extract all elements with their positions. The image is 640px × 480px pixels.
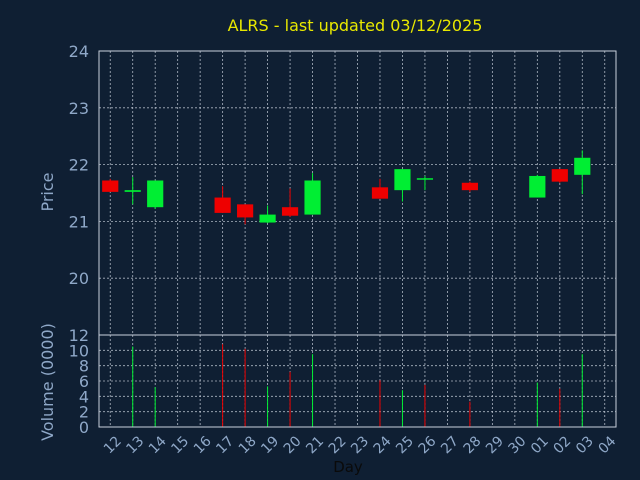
stock-chart: ALRS - last updated 03/12/2025 Price Vol… bbox=[38, 16, 620, 476]
candle-body bbox=[574, 157, 591, 175]
x-tick-label: 01 bbox=[528, 433, 552, 457]
x-tick-label: 23 bbox=[348, 433, 372, 457]
x-tick-label: 21 bbox=[303, 433, 327, 457]
chart-title: ALRS - last updated 03/12/2025 bbox=[228, 16, 483, 35]
volume-tick-label: 12 bbox=[69, 326, 89, 345]
x-tick-label: 19 bbox=[258, 433, 282, 457]
candle-body bbox=[214, 197, 231, 213]
candle-body bbox=[551, 169, 568, 182]
candle-body bbox=[394, 169, 411, 191]
x-tick-label: 17 bbox=[213, 433, 237, 457]
price-tick-label: 21 bbox=[69, 212, 89, 231]
x-tick-label: 13 bbox=[123, 433, 147, 457]
candle-body bbox=[304, 180, 321, 215]
x-tick-label: 14 bbox=[146, 433, 170, 457]
candle-body bbox=[237, 204, 254, 218]
axis-layer: 1213141516171819202122232425262728293001… bbox=[69, 42, 620, 457]
candle-body bbox=[281, 207, 299, 216]
x-tick-label: 15 bbox=[168, 433, 192, 457]
x-tick-label: 03 bbox=[573, 433, 597, 457]
candle-body bbox=[147, 180, 164, 208]
volume-axis-label: Volume (0000) bbox=[38, 323, 57, 441]
candle-body bbox=[371, 187, 389, 199]
candle-body bbox=[102, 180, 119, 192]
candle-body bbox=[124, 190, 141, 192]
x-tick-label: 28 bbox=[461, 433, 485, 457]
grid-layer bbox=[99, 51, 616, 427]
x-tick-label: 04 bbox=[595, 433, 619, 457]
x-tick-label: 12 bbox=[101, 433, 125, 457]
price-axis-label: Price bbox=[38, 172, 57, 211]
price-tick-label: 22 bbox=[69, 156, 89, 175]
candle-body bbox=[529, 175, 546, 198]
x-axis-label: Day bbox=[333, 458, 363, 476]
x-tick-label: 20 bbox=[281, 433, 305, 457]
candle-body bbox=[461, 182, 478, 191]
x-tick-label: 25 bbox=[393, 433, 417, 457]
x-tick-label: 26 bbox=[416, 433, 440, 457]
price-panel bbox=[102, 150, 591, 225]
price-tick-label: 20 bbox=[69, 269, 89, 288]
x-tick-label: 24 bbox=[371, 433, 395, 457]
x-tick-label: 29 bbox=[483, 433, 507, 457]
x-tick-label: 02 bbox=[550, 433, 574, 457]
x-tick-label: 16 bbox=[191, 433, 215, 457]
x-tick-label: 22 bbox=[326, 433, 350, 457]
candle-body bbox=[259, 214, 276, 223]
x-tick-label: 18 bbox=[236, 433, 260, 457]
candle-body bbox=[416, 178, 434, 180]
price-tick-label: 23 bbox=[69, 99, 89, 118]
x-tick-label: 30 bbox=[506, 433, 530, 457]
x-tick-label: 27 bbox=[438, 433, 462, 457]
price-tick-label: 24 bbox=[69, 42, 89, 61]
